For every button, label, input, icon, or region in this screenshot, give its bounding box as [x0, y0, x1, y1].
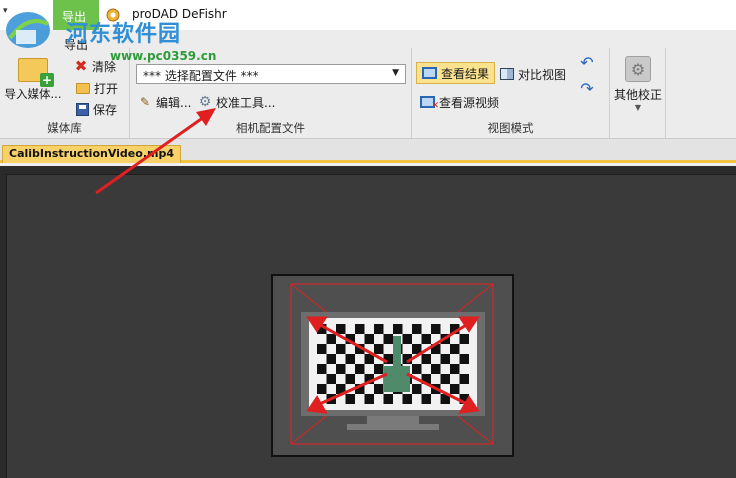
checker-square: [374, 324, 384, 334]
monitor-icon: [422, 67, 437, 79]
checker-square: [317, 344, 327, 354]
checker-square: [355, 324, 365, 334]
checker-square: [336, 364, 346, 374]
compare-view-label: 对比视图: [518, 67, 567, 82]
checker-square: [374, 344, 384, 354]
dropdown-arrow-icon: ▼: [392, 68, 399, 78]
document-tab-bar: CalibInstructionVideo.mp4: [0, 139, 736, 163]
view-result-label: 查看结果: [441, 66, 490, 81]
media-library-group-label: 媒体库: [47, 121, 82, 135]
site-watermark-url: www.pc0359.cn: [110, 49, 217, 63]
chevron-down-icon: ▼: [634, 103, 642, 112]
view-mode-group-label: 视图模式: [487, 121, 534, 135]
checker-square: [459, 374, 469, 384]
open-button[interactable]: 打开: [76, 78, 118, 98]
checker-square: [393, 324, 403, 334]
save-label: 保存: [93, 102, 118, 117]
checker-square: [440, 374, 450, 384]
calibration-tool-label: 校准工具...: [216, 95, 276, 110]
checker-square: [336, 344, 346, 354]
checker-square: [345, 354, 355, 364]
checker-square: [317, 384, 327, 394]
other-corrections-label: 其他校正: [614, 88, 663, 102]
checker-square: [364, 394, 374, 404]
checker-square: [345, 394, 355, 404]
edit-button[interactable]: ✎ 编辑...: [138, 92, 191, 112]
checker-square: [450, 364, 460, 374]
monitor-x-icon: [420, 96, 439, 113]
checker-square: [383, 334, 393, 344]
checker-square: [431, 364, 441, 374]
app-window: ▾ 导出 proDAD DeFishr 导出 + 导入媒体... ✖ 清除 打开: [0, 0, 736, 478]
open-folder-icon: [76, 82, 90, 94]
site-watermark-name: 河东软件园: [66, 21, 182, 47]
import-media-button[interactable]: + 导入媒体...: [4, 54, 62, 110]
checker-square: [412, 364, 422, 374]
checker-square: [317, 364, 327, 374]
checker-square: [412, 384, 422, 394]
checker-square: [450, 384, 460, 394]
checker-square: [345, 374, 355, 384]
clear-x-icon: ✖: [74, 57, 88, 75]
checker-square: [326, 334, 336, 344]
checker-square: [402, 394, 412, 404]
save-disk-icon: [76, 102, 89, 116]
checker-square: [459, 354, 469, 364]
view-source-label: 查看源视频: [439, 95, 500, 110]
undo-icon[interactable]: ↶: [580, 55, 594, 71]
undo-redo-column: ↶ ↷: [580, 55, 604, 108]
checker-square: [459, 334, 469, 344]
pencil-icon: ✎: [139, 95, 151, 109]
split-view-icon: [500, 68, 514, 80]
other-corrections-button[interactable]: ⚙ 其他校正 ▼: [614, 54, 662, 112]
checker-square: [364, 334, 374, 344]
view-result-button[interactable]: 查看结果: [416, 62, 496, 84]
save-button[interactable]: 保存: [76, 99, 117, 119]
calibration-tool-button[interactable]: ⚙ 校准工具...: [198, 92, 276, 112]
checker-square: [326, 374, 336, 384]
profile-select[interactable]: *** 选择配置文件 *** ▼: [136, 64, 406, 84]
checker-square: [374, 384, 384, 394]
compare-view-button[interactable]: 对比视图: [500, 64, 566, 84]
open-label: 打开: [94, 81, 119, 96]
checker-square: [421, 354, 431, 364]
profile-select-value: *** 选择配置文件 ***: [143, 69, 259, 83]
checker-square: [374, 364, 384, 374]
calibration-preview-image: [290, 283, 494, 445]
checker-square: [421, 334, 431, 344]
import-media-label: 导入媒体...: [4, 87, 62, 101]
checker-square: [431, 324, 441, 334]
import-folder-icon: +: [18, 58, 54, 87]
checker-square: [412, 324, 422, 334]
checker-square: [440, 354, 450, 364]
redo-icon[interactable]: ↷: [580, 81, 594, 97]
checker-square: [402, 334, 412, 344]
site-logo: [6, 12, 50, 48]
tab-calib-instruction-video[interactable]: CalibInstructionVideo.mp4: [2, 145, 181, 163]
checker-square: [336, 324, 346, 334]
checker-square: [326, 354, 336, 364]
gear-icon: ⚙: [625, 56, 651, 82]
edit-label: 编辑...: [156, 95, 192, 110]
gears-icon: ⚙: [198, 94, 212, 110]
checker-square: [383, 394, 393, 404]
checker-square: [355, 364, 365, 374]
other-corrections-group: ⚙ 其他校正 ▼: [610, 48, 666, 138]
camera-profile-group-label: 相机配置文件: [236, 121, 305, 135]
checker-square: [450, 344, 460, 354]
view-source-button[interactable]: 查看源视频: [420, 92, 500, 113]
checker-square: [421, 394, 431, 404]
